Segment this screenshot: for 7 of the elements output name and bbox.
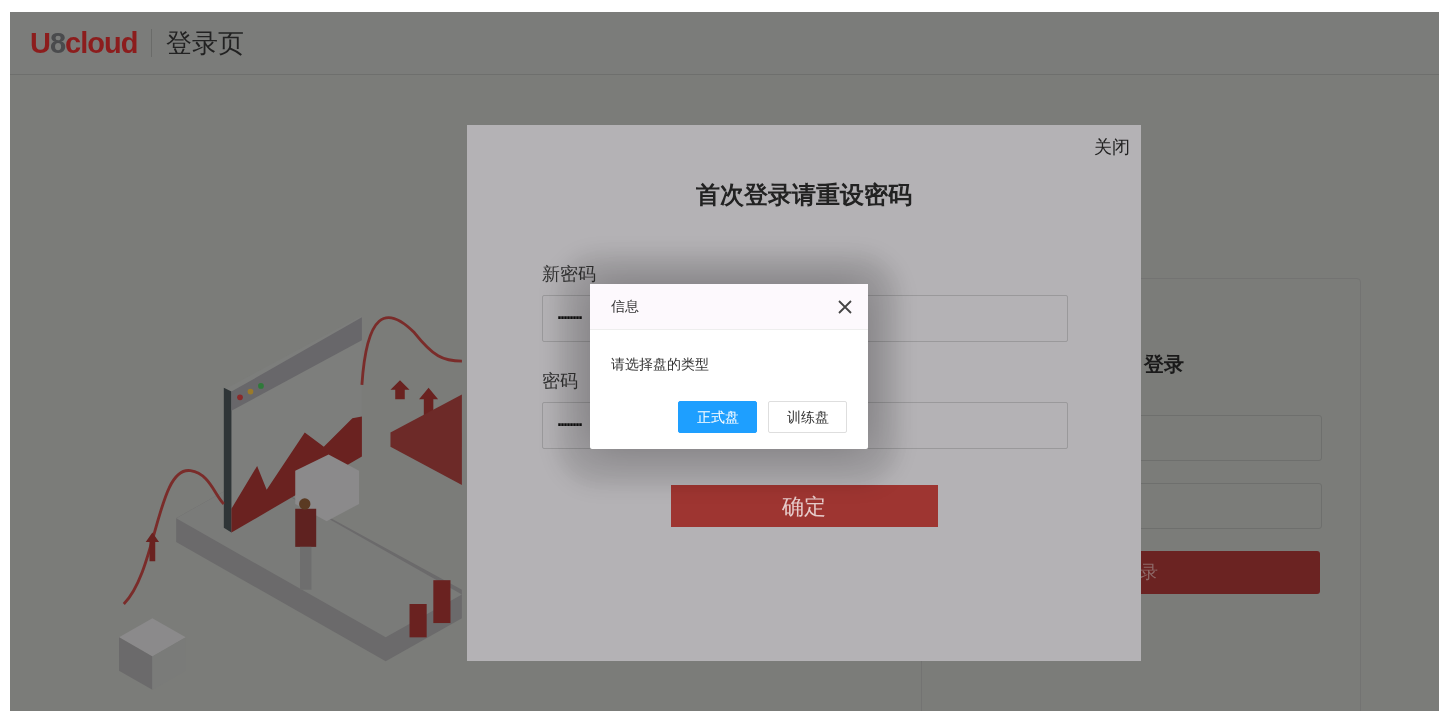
dialog-title: 信息	[611, 297, 639, 316]
field-label: 新密码	[542, 263, 597, 286]
login-title: 登录	[1144, 352, 1184, 377]
modal-title: 首次登录请重设密码	[695, 180, 913, 210]
page-title: 登录页	[166, 26, 245, 60]
field-label: 密码	[542, 370, 579, 393]
dialog-message: 请选择盘的类型	[610, 355, 710, 374]
